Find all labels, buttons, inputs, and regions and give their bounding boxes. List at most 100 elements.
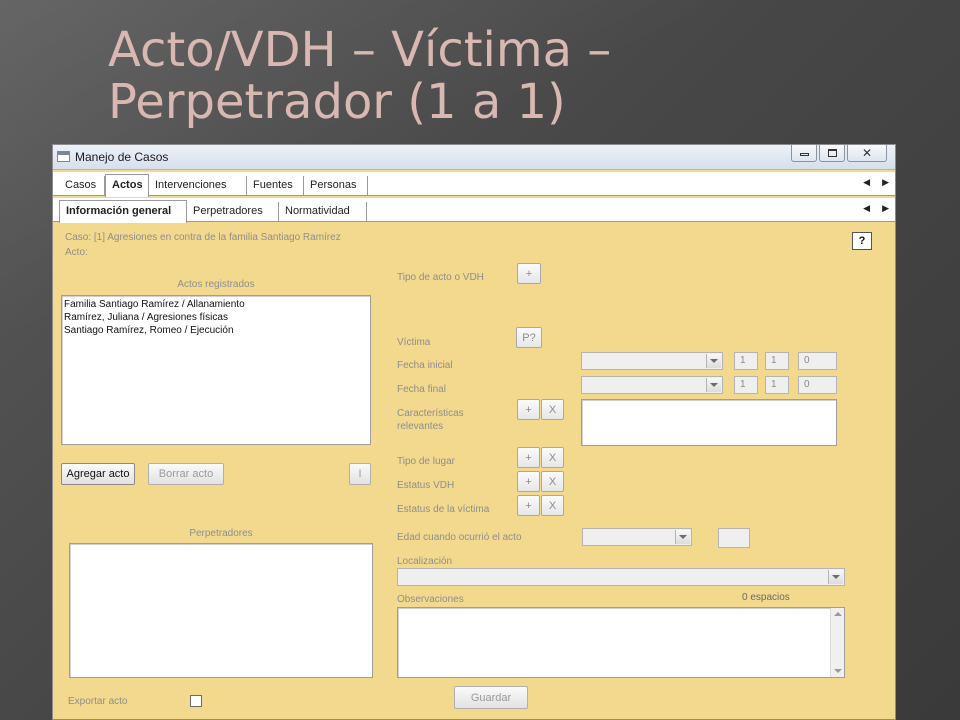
window-titlebar[interactable]: Manejo de Casos ✕ (53, 145, 895, 170)
victima-picker-button[interactable]: P? (516, 327, 542, 348)
victima-label: Víctima (397, 337, 431, 348)
fecha-inicial-month[interactable]: 1 (765, 352, 789, 370)
x-icon: X (548, 451, 557, 464)
fecha-final-label: Fecha final (397, 384, 446, 395)
caracteristicas-add-button[interactable]: + (517, 399, 540, 420)
dropdown-arrow-icon[interactable] (675, 530, 690, 544)
tab-normatividad-label: Normatividad (285, 205, 350, 217)
plus-icon: + (525, 499, 532, 512)
tab-intervenciones[interactable]: Intervenciones (149, 176, 247, 196)
tab-casos-label: Casos (65, 179, 97, 191)
dropdown-arrow-icon[interactable] (706, 354, 721, 368)
window-title: Manejo de Casos (75, 150, 169, 164)
tab-informacion-general-label: Información general (66, 205, 172, 217)
fecha-inicial-day[interactable]: 1 (734, 352, 758, 370)
acto-label: Acto: (65, 247, 88, 258)
fecha-inicial-dropdown[interactable] (581, 352, 723, 370)
edad-label: Edad cuando ocurrió el acto (397, 532, 522, 543)
estatus-victima-label: Estatus de la víctima (397, 504, 490, 515)
tab-personas-label: Personas (310, 179, 357, 191)
window-app-icon (57, 151, 70, 162)
caracteristicas-list[interactable] (581, 399, 837, 446)
fecha-inicial-label: Fecha inicial (397, 360, 453, 371)
tipo-acto-add-button[interactable]: + (517, 263, 541, 284)
actos-list[interactable]: Familia Santiago Ramírez / Allanamiento … (61, 295, 371, 445)
tab-actos[interactable]: Actos (105, 174, 149, 197)
guardar-button[interactable]: Guardar (454, 686, 528, 709)
actos-registrados-title: Actos registrados (177, 279, 255, 290)
espacios-counter: 0 espacios (742, 592, 790, 603)
observaciones-textarea[interactable] (397, 607, 845, 678)
dropdown-arrow-icon[interactable] (828, 570, 843, 584)
tab-normatividad[interactable]: Normatividad (279, 202, 367, 222)
estatus-victima-remove-button[interactable]: X (541, 495, 564, 516)
main-tab-strip: Casos Actos Intervenciones Fuentes Perso… (53, 172, 895, 197)
window-controls: ✕ (791, 145, 887, 162)
estatus-victima-add-button[interactable]: + (517, 495, 540, 516)
scroll-up-icon[interactable] (834, 612, 842, 616)
maximize-icon (827, 149, 837, 157)
list-item[interactable]: Ramírez, Juliana / Agresiones físicas (62, 311, 370, 324)
tab-personas[interactable]: Personas (304, 176, 368, 196)
subtab-scroll-left-icon[interactable]: ◀ (863, 203, 870, 214)
perpetradores-title: Perpetradores (189, 528, 253, 539)
manejo-de-casos-window: Manejo de Casos ✕ Casos Actos Intervenci… (52, 144, 896, 720)
plus-icon: + (525, 475, 532, 488)
edad-dropdown[interactable] (582, 528, 692, 546)
minimize-icon (799, 153, 809, 156)
perpetradores-list[interactable] (69, 543, 373, 678)
estatus-vdh-label: Estatus VDH (397, 480, 455, 491)
help-button[interactable]: ? (852, 232, 872, 250)
minimize-button[interactable] (791, 145, 817, 162)
x-icon: X (548, 499, 557, 512)
estatus-vdh-remove-button[interactable]: X (541, 471, 564, 492)
close-button[interactable]: ✕ (847, 145, 887, 162)
plus-icon: + (525, 267, 533, 280)
sub-tab-scroll: ◀ ▶ (863, 203, 889, 214)
maximize-button[interactable] (819, 145, 845, 162)
informacion-general-panel: Caso: [1] Agresiones en contra de la fam… (53, 223, 895, 719)
dropdown-arrow-icon[interactable] (706, 378, 721, 392)
tab-fuentes-label: Fuentes (253, 179, 293, 191)
caso-label: Caso: [1] Agresiones en contra de la fam… (65, 232, 341, 243)
localizacion-dropdown[interactable] (397, 568, 845, 586)
agregar-acto-button[interactable]: Agregar acto (61, 463, 135, 485)
tipo-lugar-label: Tipo de lugar (397, 456, 455, 467)
plus-icon: + (525, 403, 532, 416)
tipo-lugar-add-button[interactable]: + (517, 447, 540, 468)
estatus-vdh-add-button[interactable]: + (517, 471, 540, 492)
subtab-scroll-right-icon[interactable]: ▶ (882, 203, 889, 214)
tab-informacion-general[interactable]: Información general (59, 200, 187, 223)
edad-input[interactable] (718, 528, 750, 548)
list-item[interactable]: Santiago Ramírez, Romeo / Ejecución (62, 324, 370, 337)
tab-scroll-right-icon[interactable]: ▶ (882, 177, 889, 188)
caracteristicas-label-line2: relevantes (397, 421, 444, 432)
tab-casos[interactable]: Casos (59, 176, 105, 196)
fecha-inicial-year[interactable]: 0 (798, 352, 837, 370)
fecha-final-month[interactable]: 1 (765, 376, 789, 394)
caracteristicas-remove-button[interactable]: X (541, 399, 564, 420)
tab-perpetradores-label: Perpetradores (193, 205, 263, 217)
exportar-acto-checkbox[interactable] (190, 695, 202, 707)
plus-icon: + (525, 451, 532, 464)
main-tab-scroll: ◀ ▶ (863, 177, 889, 188)
fecha-final-day[interactable]: 1 (734, 376, 758, 394)
localizacion-label: Localización (397, 556, 453, 567)
slide-title: Acto/VDH – Víctima – Perpetrador (1 a 1) (108, 22, 612, 130)
scroll-down-icon[interactable] (834, 669, 842, 673)
fecha-final-year[interactable]: 0 (798, 376, 837, 394)
tab-intervenciones-label: Intervenciones (155, 179, 227, 191)
observaciones-scrollbar[interactable] (830, 608, 844, 677)
i-button[interactable]: I (349, 463, 371, 485)
exportar-acto-label: Exportar acto (68, 696, 128, 707)
fecha-final-dropdown[interactable] (581, 376, 723, 394)
x-icon: X (548, 403, 557, 416)
borrar-acto-button[interactable]: Borrar acto (148, 463, 224, 485)
tab-perpetradores[interactable]: Perpetradores (187, 202, 279, 222)
close-icon: ✕ (861, 146, 873, 160)
list-item[interactable]: Familia Santiago Ramírez / Allanamiento (62, 298, 370, 311)
tab-fuentes[interactable]: Fuentes (247, 176, 304, 196)
tipo-lugar-remove-button[interactable]: X (541, 447, 564, 468)
tab-scroll-left-icon[interactable]: ◀ (863, 177, 870, 188)
observaciones-label: Observaciones (397, 594, 464, 605)
